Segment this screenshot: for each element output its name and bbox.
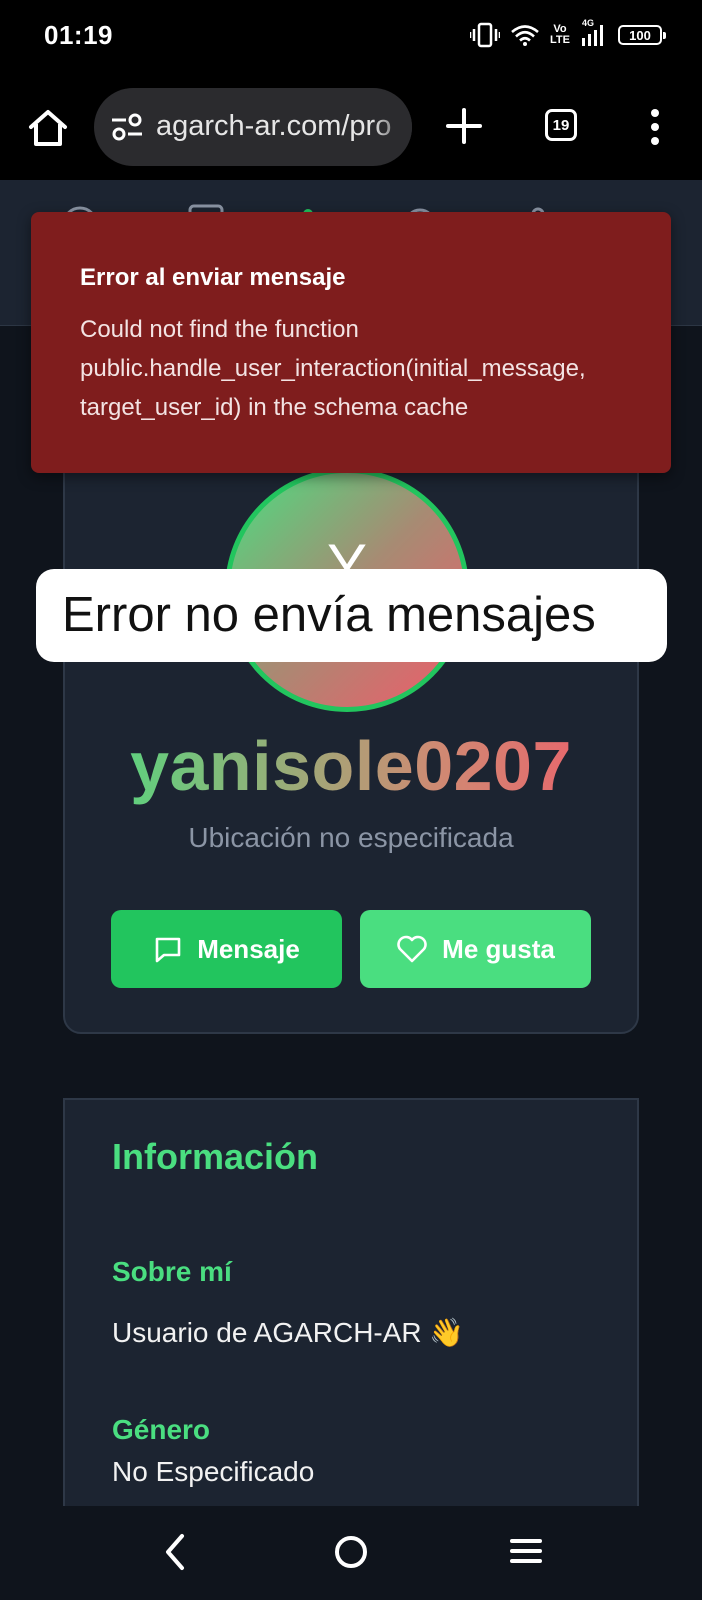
toast-title: Error al enviar mensaje bbox=[80, 264, 346, 291]
system-navigation-bar bbox=[0, 1506, 702, 1600]
caption-overlay: Error no envía mensajes bbox=[36, 569, 667, 662]
back-icon[interactable] bbox=[160, 1532, 190, 1572]
wifi-icon bbox=[511, 25, 539, 46]
error-toast: Error al enviar mensaje Could not find t… bbox=[31, 212, 671, 473]
signal-icon bbox=[582, 25, 603, 46]
site-settings-icon[interactable] bbox=[110, 112, 144, 142]
profile-location: Ubicación no especificada bbox=[188, 822, 514, 853]
message-button[interactable]: Mensaje bbox=[111, 910, 342, 988]
gender-value: No Especificado bbox=[112, 1456, 315, 1487]
browser-toolbar: agarch-ar.com/pro 19 bbox=[0, 80, 702, 180]
caption-text: Error no envía mensajes bbox=[62, 588, 596, 642]
url-fade bbox=[372, 88, 412, 166]
vibrate-icon bbox=[470, 22, 501, 48]
tab-switcher-button[interactable]: 19 bbox=[545, 109, 577, 141]
more-options-icon[interactable] bbox=[640, 106, 670, 148]
message-icon bbox=[155, 937, 181, 963]
info-title: Información bbox=[112, 1136, 319, 1177]
like-button-label: Me gusta bbox=[442, 933, 555, 964]
url-bar[interactable]: agarch-ar.com/pro bbox=[94, 88, 412, 166]
like-button[interactable]: Me gusta bbox=[360, 910, 591, 988]
status-time: 01:19 bbox=[44, 20, 113, 50]
new-tab-icon[interactable] bbox=[444, 106, 484, 146]
profile-username: yanisole0207 bbox=[65, 726, 637, 806]
about-value: Usuario de AGARCH-AR 👋 bbox=[112, 1317, 465, 1348]
battery-indicator: 100 bbox=[618, 25, 666, 45]
heart-icon bbox=[397, 935, 427, 963]
screen: 01:19 Vo LTE 4G 100 agarch-ar.com/pro 19… bbox=[0, 0, 702, 1600]
url-text: agarch-ar.com/pro bbox=[156, 110, 392, 142]
profile-card: Y yanisole0207 Ubicación no especificada… bbox=[63, 388, 639, 1034]
about-label: Sobre mí bbox=[112, 1256, 232, 1287]
gender-label: Género bbox=[112, 1414, 211, 1445]
info-card: Información Sobre mí Usuario de AGARCH-A… bbox=[63, 1098, 639, 1518]
status-icons: Vo LTE 4G 100 bbox=[470, 18, 666, 48]
home-icon[interactable] bbox=[26, 106, 70, 150]
signal-indicator: 4G bbox=[580, 18, 608, 48]
menu-icon[interactable] bbox=[510, 1536, 542, 1566]
volte-indicator: Vo LTE bbox=[550, 23, 570, 46]
home-circle-icon[interactable] bbox=[335, 1536, 367, 1568]
message-button-label: Mensaje bbox=[197, 933, 300, 964]
status-bar: 01:19 Vo LTE 4G 100 bbox=[0, 0, 702, 80]
toast-message: Could not find the function public.handl… bbox=[80, 316, 586, 421]
